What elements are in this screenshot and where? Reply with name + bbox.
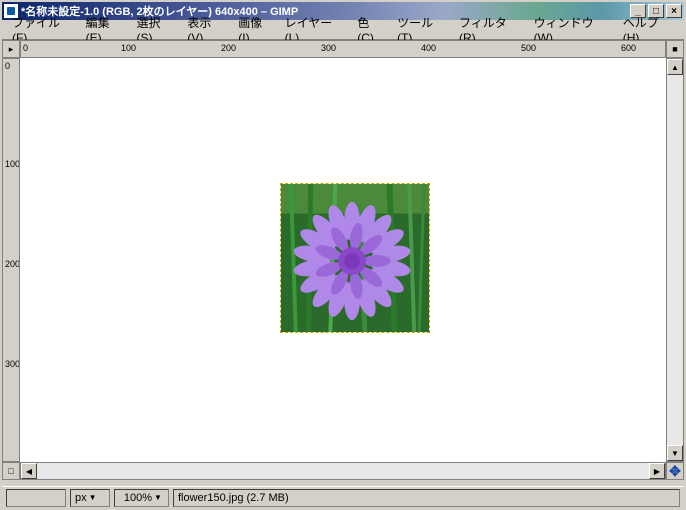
canvas[interactable] (20, 58, 666, 462)
chevron-down-icon: ▼ (87, 493, 99, 502)
scroll-up-button[interactable]: ▲ (667, 59, 683, 75)
vertical-scrollbar[interactable]: ▲ ▼ (666, 58, 684, 462)
scroll-down-button[interactable]: ▼ (667, 445, 683, 461)
quickmask-button[interactable]: □ (2, 462, 20, 480)
menu-bar: ファイル(F) 編集(E) 選択(S) 表示(V) 画像(I) レイヤー(L) … (2, 20, 684, 40)
zoom-selector[interactable]: 100% ▼ (114, 489, 169, 507)
vscroll-track[interactable] (667, 75, 683, 445)
ruler-origin-toggle[interactable]: ▸ (2, 40, 20, 58)
status-bar: px ▼ 100% ▼ flower150.jpg (2.7 MB) (2, 486, 684, 508)
flower-layer[interactable] (280, 183, 430, 333)
horizontal-scrollbar[interactable]: ◀ ▶ (20, 462, 666, 480)
status-file-info: flower150.jpg (2.7 MB) (173, 489, 680, 507)
vertical-ruler[interactable]: 0 100 200 300 (2, 58, 20, 462)
scroll-left-button[interactable]: ◀ (21, 463, 37, 479)
flower-image (281, 184, 429, 332)
navigation-icon[interactable]: ✥ (666, 462, 684, 480)
unit-selector[interactable]: px ▼ (70, 489, 110, 507)
scroll-right-button[interactable]: ▶ (649, 463, 665, 479)
chevron-down-icon: ▼ (152, 493, 164, 502)
horizontal-ruler[interactable]: 0 100 200 300 400 500 600 (20, 40, 666, 58)
quickmask-toggle[interactable]: ■ (666, 40, 684, 58)
hscroll-track[interactable] (37, 463, 649, 479)
pointer-coords (6, 489, 66, 507)
